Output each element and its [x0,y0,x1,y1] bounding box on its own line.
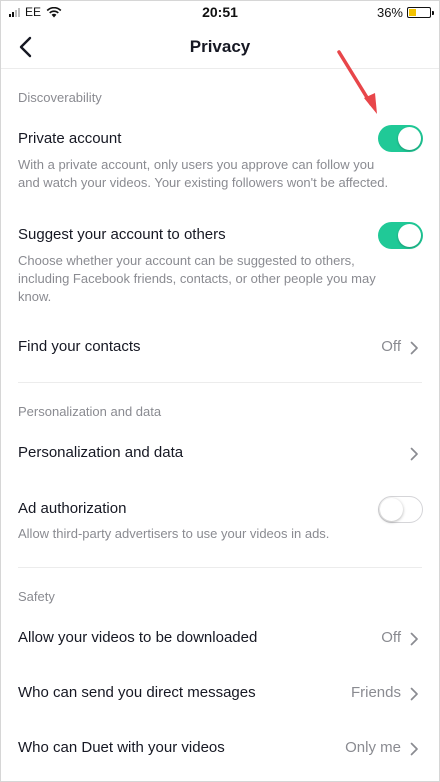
downloads-label: Allow your videos to be downloaded [18,629,258,646]
ad-authorization-description: Allow third-party advertisers to use you… [18,526,330,541]
battery-icon [407,7,434,18]
downloads-row[interactable]: Allow your videos to be downloaded Off [1,614,439,662]
divider [18,382,422,383]
find-contacts-label: Find your contacts [18,338,141,355]
status-right: 36% [376,5,434,20]
direct-messages-label: Who can send you direct messages [18,684,256,701]
private-account-label: Private account [18,130,122,147]
private-account-toggle[interactable] [378,125,423,152]
ad-authorization-label: Ad authorization [18,500,127,517]
find-contacts-row[interactable]: Find your contacts Off [1,323,439,371]
chevron-right-icon [410,447,418,461]
downloads-value: Off [381,629,401,646]
chevron-right-icon [410,742,418,756]
direct-messages-row[interactable]: Who can send you direct messages Friends [1,669,439,717]
ad-authorization-toggle[interactable] [378,496,423,523]
suggest-account-description: Choose whether your account can be sugge… [18,253,376,304]
chevron-right-icon [410,687,418,701]
duet-label: Who can Duet with your videos [18,739,225,756]
personalization-data-row[interactable]: Personalization and data [1,429,439,477]
section-header-safety: Safety [18,589,55,604]
section-header-personalization: Personalization and data [18,404,162,419]
duet-value: Only me [345,739,401,756]
suggest-account-label: Suggest your account to others [18,226,226,243]
chevron-right-icon [410,341,418,355]
duet-row[interactable]: Who can Duet with your videos Only me [1,724,439,772]
suggest-account-toggle[interactable] [378,222,423,249]
private-account-description: With a private account, only users you a… [18,157,389,190]
status-time: 20:51 [202,4,238,20]
section-header-discoverability: Discoverability [18,90,102,105]
status-bar: EE 20:51 36% [1,1,439,25]
annotation-arrow-icon [337,50,377,114]
divider [18,567,422,568]
find-contacts-value: Off [381,338,401,355]
direct-messages-value: Friends [350,684,401,701]
battery-percentage: 36% [376,5,403,20]
personalization-data-label: Personalization and data [18,444,184,461]
chevron-right-icon [410,632,418,646]
privacy-screen: EE 20:51 36% Privacy Discoverability Pri… [0,0,440,782]
